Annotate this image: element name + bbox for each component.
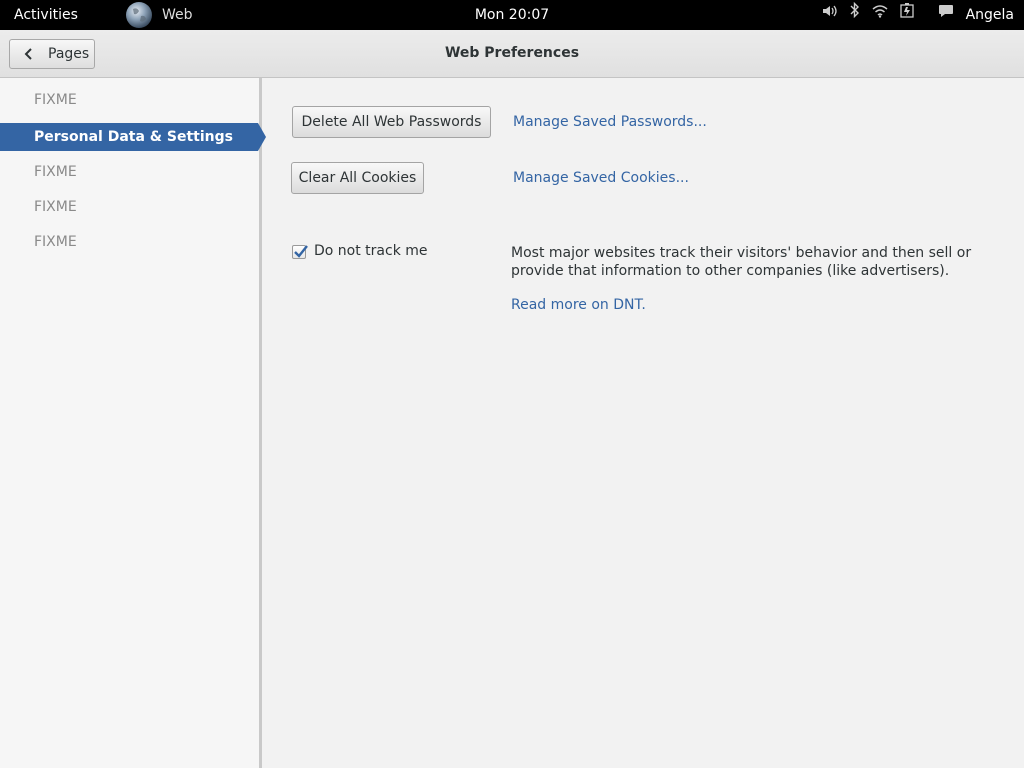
bluetooth-icon[interactable]	[850, 0, 860, 30]
top-bar: Activities Web Mon 20:07 Angela	[0, 0, 1024, 30]
delete-all-passwords-button[interactable]: Delete All Web Passwords	[292, 106, 491, 138]
volume-icon[interactable]	[822, 0, 838, 30]
wifi-icon[interactable]	[872, 0, 888, 30]
back-pages-button[interactable]: Pages	[9, 39, 95, 69]
battery-icon[interactable]	[899, 0, 916, 30]
system-status-area[interactable]: Angela	[822, 0, 1014, 30]
manage-saved-cookies-link[interactable]: Manage Saved Cookies...	[513, 170, 689, 186]
sidebar-item-personal-data[interactable]: Personal Data & Settings	[0, 123, 266, 151]
window-title: Web Preferences	[444, 45, 580, 61]
do-not-track-checkbox[interactable]	[292, 245, 308, 259]
header-bar: Web Preferences Pages	[0, 30, 1024, 78]
sidebar-item-fixme-4[interactable]: FIXME	[0, 228, 259, 256]
activities-button[interactable]: Activities	[14, 0, 78, 30]
do-not-track-label[interactable]: Do not track me	[314, 243, 428, 259]
checkmark-icon	[294, 245, 308, 258]
app-menu[interactable]: Web	[162, 0, 193, 30]
sidebar-item-fixme-3[interactable]: FIXME	[0, 193, 259, 221]
sidebar-item-fixme-1[interactable]: FIXME	[0, 86, 259, 114]
back-button-label: Pages	[48, 46, 90, 62]
preferences-content: Delete All Web Passwords Manage Saved Pa…	[262, 78, 1024, 768]
sidebar: FIXME Personal Data & Settings FIXME FIX…	[0, 78, 266, 768]
manage-saved-passwords-link[interactable]: Manage Saved Passwords...	[513, 114, 707, 130]
globe-icon[interactable]	[125, 1, 153, 31]
clock[interactable]: Mon 20:07	[475, 7, 549, 23]
user-menu[interactable]: Angela	[966, 0, 1014, 30]
sidebar-item-fixme-2[interactable]: FIXME	[0, 158, 259, 186]
chat-icon[interactable]	[938, 0, 954, 30]
read-more-dnt-link[interactable]: Read more on DNT.	[511, 297, 646, 313]
chevron-left-icon	[22, 47, 36, 61]
dnt-description: Most major websites track their visitors…	[511, 245, 972, 279]
clear-all-cookies-button[interactable]: Clear All Cookies	[291, 162, 424, 194]
